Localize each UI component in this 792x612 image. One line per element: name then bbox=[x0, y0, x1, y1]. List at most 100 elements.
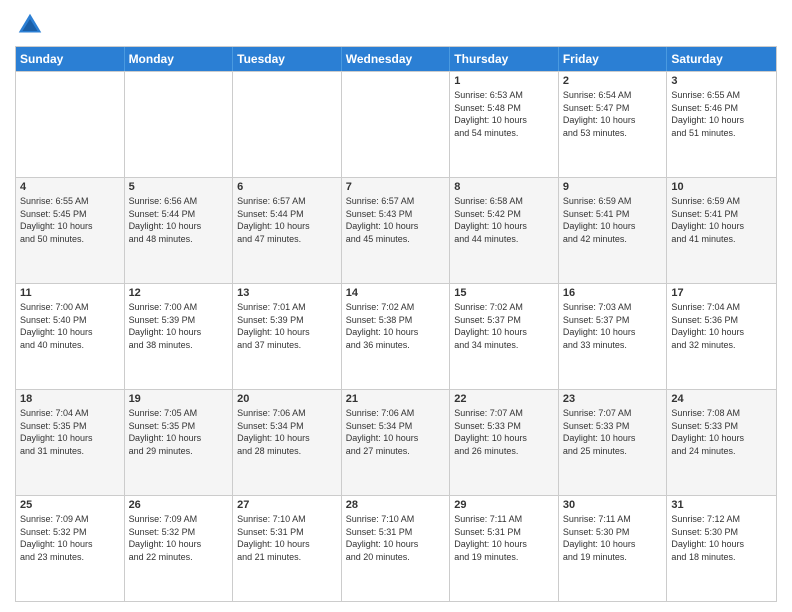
cell-info-line: Daylight: 10 hours bbox=[237, 326, 337, 339]
cell-info-line: and 51 minutes. bbox=[671, 127, 772, 140]
cell-info-line: Sunset: 5:39 PM bbox=[237, 314, 337, 327]
cell-info-line: Sunrise: 7:02 AM bbox=[454, 301, 554, 314]
cell-info-line: Sunrise: 6:58 AM bbox=[454, 195, 554, 208]
cell-info-line: and 36 minutes. bbox=[346, 339, 446, 352]
calendar-cell: 1Sunrise: 6:53 AMSunset: 5:48 PMDaylight… bbox=[450, 72, 559, 177]
cell-info-line: Sunset: 5:33 PM bbox=[671, 420, 772, 433]
calendar-cell bbox=[233, 72, 342, 177]
day-number: 4 bbox=[20, 181, 120, 193]
cell-info-line: Sunrise: 6:55 AM bbox=[20, 195, 120, 208]
cell-info-line: Sunrise: 6:54 AM bbox=[563, 89, 663, 102]
day-number: 24 bbox=[671, 393, 772, 405]
day-number: 14 bbox=[346, 287, 446, 299]
cell-info-line: Sunset: 5:46 PM bbox=[671, 102, 772, 115]
header-day-thursday: Thursday bbox=[450, 47, 559, 71]
day-number: 8 bbox=[454, 181, 554, 193]
header-day-friday: Friday bbox=[559, 47, 668, 71]
cell-info-line: Sunrise: 7:06 AM bbox=[346, 407, 446, 420]
cell-info-line: and 27 minutes. bbox=[346, 445, 446, 458]
day-number: 2 bbox=[563, 75, 663, 87]
cell-info-line: Daylight: 10 hours bbox=[563, 326, 663, 339]
cell-info-line: Daylight: 10 hours bbox=[563, 114, 663, 127]
cell-info-line: and 53 minutes. bbox=[563, 127, 663, 140]
cell-info-line: and 24 minutes. bbox=[671, 445, 772, 458]
cell-info-line: Daylight: 10 hours bbox=[129, 326, 229, 339]
calendar-cell: 22Sunrise: 7:07 AMSunset: 5:33 PMDayligh… bbox=[450, 390, 559, 495]
cell-info-line: Sunset: 5:41 PM bbox=[563, 208, 663, 221]
calendar-row: 1Sunrise: 6:53 AMSunset: 5:48 PMDaylight… bbox=[16, 71, 776, 177]
cell-info-line: Sunset: 5:31 PM bbox=[237, 526, 337, 539]
cell-info-line: Sunset: 5:44 PM bbox=[237, 208, 337, 221]
cell-info-line: Sunset: 5:33 PM bbox=[454, 420, 554, 433]
header-day-sunday: Sunday bbox=[16, 47, 125, 71]
logo bbox=[15, 10, 49, 40]
cell-info-line: Daylight: 10 hours bbox=[346, 538, 446, 551]
calendar-row: 25Sunrise: 7:09 AMSunset: 5:32 PMDayligh… bbox=[16, 495, 776, 601]
cell-info-line: Daylight: 10 hours bbox=[237, 432, 337, 445]
calendar-cell: 16Sunrise: 7:03 AMSunset: 5:37 PMDayligh… bbox=[559, 284, 668, 389]
cell-info-line: and 42 minutes. bbox=[563, 233, 663, 246]
calendar-cell: 7Sunrise: 6:57 AMSunset: 5:43 PMDaylight… bbox=[342, 178, 451, 283]
cell-info-line: Daylight: 10 hours bbox=[563, 432, 663, 445]
cell-info-line: and 40 minutes. bbox=[20, 339, 120, 352]
cell-info-line: Sunrise: 6:55 AM bbox=[671, 89, 772, 102]
cell-info-line: Sunset: 5:41 PM bbox=[671, 208, 772, 221]
calendar-cell: 28Sunrise: 7:10 AMSunset: 5:31 PMDayligh… bbox=[342, 496, 451, 601]
calendar-header: SundayMondayTuesdayWednesdayThursdayFrid… bbox=[16, 47, 776, 71]
cell-info-line: Sunrise: 7:05 AM bbox=[129, 407, 229, 420]
calendar-cell: 15Sunrise: 7:02 AMSunset: 5:37 PMDayligh… bbox=[450, 284, 559, 389]
calendar-cell: 5Sunrise: 6:56 AMSunset: 5:44 PMDaylight… bbox=[125, 178, 234, 283]
cell-info-line: Daylight: 10 hours bbox=[237, 538, 337, 551]
cell-info-line: and 21 minutes. bbox=[237, 551, 337, 564]
day-number: 10 bbox=[671, 181, 772, 193]
day-number: 22 bbox=[454, 393, 554, 405]
day-number: 9 bbox=[563, 181, 663, 193]
cell-info-line: Daylight: 10 hours bbox=[454, 220, 554, 233]
day-number: 12 bbox=[129, 287, 229, 299]
day-number: 25 bbox=[20, 499, 120, 511]
calendar-cell: 9Sunrise: 6:59 AMSunset: 5:41 PMDaylight… bbox=[559, 178, 668, 283]
header-day-monday: Monday bbox=[125, 47, 234, 71]
cell-info-line: Sunset: 5:30 PM bbox=[563, 526, 663, 539]
cell-info-line: Sunrise: 7:12 AM bbox=[671, 513, 772, 526]
cell-info-line: Sunrise: 7:03 AM bbox=[563, 301, 663, 314]
day-number: 7 bbox=[346, 181, 446, 193]
cell-info-line: Sunrise: 6:57 AM bbox=[346, 195, 446, 208]
day-number: 1 bbox=[454, 75, 554, 87]
day-number: 26 bbox=[129, 499, 229, 511]
cell-info-line: and 28 minutes. bbox=[237, 445, 337, 458]
cell-info-line: Sunrise: 7:07 AM bbox=[563, 407, 663, 420]
cell-info-line: Daylight: 10 hours bbox=[346, 326, 446, 339]
cell-info-line: and 19 minutes. bbox=[454, 551, 554, 564]
day-number: 20 bbox=[237, 393, 337, 405]
cell-info-line: and 47 minutes. bbox=[237, 233, 337, 246]
day-number: 27 bbox=[237, 499, 337, 511]
calendar-cell: 31Sunrise: 7:12 AMSunset: 5:30 PMDayligh… bbox=[667, 496, 776, 601]
cell-info-line: Daylight: 10 hours bbox=[20, 220, 120, 233]
calendar-cell: 21Sunrise: 7:06 AMSunset: 5:34 PMDayligh… bbox=[342, 390, 451, 495]
cell-info-line: Daylight: 10 hours bbox=[671, 114, 772, 127]
cell-info-line: Sunset: 5:35 PM bbox=[129, 420, 229, 433]
cell-info-line: Sunset: 5:45 PM bbox=[20, 208, 120, 221]
cell-info-line: Sunset: 5:33 PM bbox=[563, 420, 663, 433]
cell-info-line: and 18 minutes. bbox=[671, 551, 772, 564]
calendar-cell: 30Sunrise: 7:11 AMSunset: 5:30 PMDayligh… bbox=[559, 496, 668, 601]
calendar-cell: 13Sunrise: 7:01 AMSunset: 5:39 PMDayligh… bbox=[233, 284, 342, 389]
day-number: 11 bbox=[20, 287, 120, 299]
cell-info-line: Sunrise: 7:06 AM bbox=[237, 407, 337, 420]
header bbox=[15, 10, 777, 40]
cell-info-line: Sunrise: 6:59 AM bbox=[563, 195, 663, 208]
cell-info-line: and 32 minutes. bbox=[671, 339, 772, 352]
cell-info-line: Sunset: 5:43 PM bbox=[346, 208, 446, 221]
cell-info-line: and 25 minutes. bbox=[563, 445, 663, 458]
calendar-cell: 19Sunrise: 7:05 AMSunset: 5:35 PMDayligh… bbox=[125, 390, 234, 495]
calendar-cell: 29Sunrise: 7:11 AMSunset: 5:31 PMDayligh… bbox=[450, 496, 559, 601]
cell-info-line: Sunset: 5:34 PM bbox=[346, 420, 446, 433]
cell-info-line: Sunset: 5:37 PM bbox=[563, 314, 663, 327]
cell-info-line: Daylight: 10 hours bbox=[129, 432, 229, 445]
cell-info-line: and 29 minutes. bbox=[129, 445, 229, 458]
cell-info-line: Sunrise: 7:00 AM bbox=[129, 301, 229, 314]
cell-info-line: Sunset: 5:39 PM bbox=[129, 314, 229, 327]
calendar-body: 1Sunrise: 6:53 AMSunset: 5:48 PMDaylight… bbox=[16, 71, 776, 601]
cell-info-line: and 54 minutes. bbox=[454, 127, 554, 140]
